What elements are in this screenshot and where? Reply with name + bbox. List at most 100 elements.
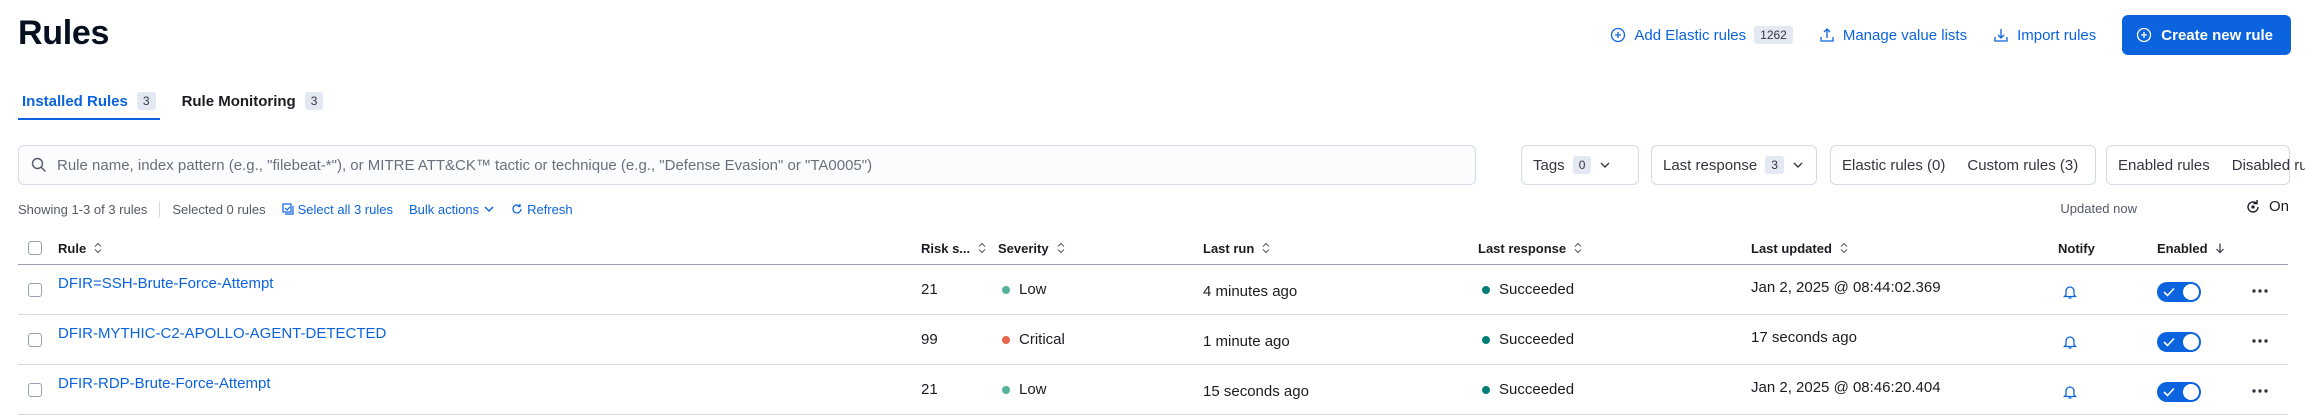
manage-value-lists-button[interactable]: Manage value lists bbox=[1819, 27, 1967, 44]
last-run: 15 seconds ago bbox=[1203, 383, 1309, 400]
add-elastic-rules-button[interactable]: Add Elastic rules 1262 bbox=[1610, 26, 1793, 44]
bell-icon[interactable] bbox=[2062, 284, 2078, 300]
pages-select-icon bbox=[281, 203, 294, 215]
manage-value-lists-label: Manage value lists bbox=[1842, 26, 1968, 44]
check-icon bbox=[2163, 387, 2175, 397]
severity-low-dot-icon bbox=[1002, 385, 1010, 394]
table-header-row: Rule Risk s... Severity Last run Last re… bbox=[18, 232, 2288, 265]
tags-filter-button[interactable]: Tags 0 bbox=[1522, 146, 1622, 184]
add-elastic-rules-label: Add Elastic rules bbox=[1634, 26, 1747, 44]
rule-enabled-toggle[interactable] bbox=[2157, 331, 2201, 352]
column-header-last-updated[interactable]: Last updated bbox=[1751, 232, 1850, 264]
column-label: Last updated bbox=[1751, 240, 1832, 256]
rule-enabled-toggle[interactable] bbox=[2157, 381, 2201, 402]
last-updated: Jan 2, 2025 @ 08:44:02.369 bbox=[1751, 279, 1941, 296]
tab-rule-monitoring[interactable]: Rule Monitoring 3 bbox=[178, 84, 328, 118]
chevron-down-icon bbox=[1600, 162, 1610, 168]
risk-score: 21 bbox=[921, 381, 938, 398]
tab-count-badge: 3 bbox=[136, 92, 156, 110]
column-header-last-run[interactable]: Last run bbox=[1203, 232, 1272, 264]
select-all-label: Select all 3 rules bbox=[297, 201, 393, 217]
last-response-text: Succeeded bbox=[1499, 281, 1575, 298]
column-header-enabled[interactable]: Enabled bbox=[2157, 232, 2226, 264]
column-header-last-response[interactable]: Last response bbox=[1478, 232, 1584, 264]
column-header-severity[interactable]: Severity bbox=[998, 232, 1067, 264]
severity-text: Critical bbox=[1019, 331, 1065, 348]
tab-installed-rules[interactable]: Installed Rules 3 bbox=[18, 84, 160, 120]
row-checkbox[interactable] bbox=[28, 282, 42, 297]
select-all-checkbox-cell bbox=[28, 232, 42, 264]
search-input[interactable] bbox=[55, 155, 1459, 175]
refresh-button[interactable]: Refresh bbox=[511, 202, 573, 217]
row-actions-button[interactable] bbox=[2252, 316, 2268, 365]
import-rules-label: Import rules bbox=[2017, 26, 2097, 44]
check-icon bbox=[2163, 337, 2175, 347]
column-label: Last response bbox=[1478, 240, 1567, 256]
column-header-risk-score[interactable]: Risk s... bbox=[921, 232, 988, 264]
tags-filter[interactable]: Tags 0 bbox=[1521, 145, 1639, 185]
rule-name-link[interactable]: DFIR-MYTHIC-C2-APOLLO-AGENT-DETECTED bbox=[58, 325, 386, 342]
select-all-checkbox[interactable] bbox=[28, 241, 42, 255]
create-new-rule-button[interactable]: Create new rule bbox=[2122, 15, 2291, 55]
sortable-icon bbox=[978, 242, 986, 254]
last-response-filter[interactable]: Last response 3 bbox=[1651, 145, 1817, 185]
rule-name-link[interactable]: DFIR=SSH-Brute-Force-Attempt bbox=[58, 275, 273, 292]
tab-label: Rule Monitoring bbox=[181, 92, 296, 110]
import-rules-button[interactable]: Import rules bbox=[1993, 27, 2096, 44]
notify-cell bbox=[2062, 267, 2078, 316]
more-actions-icon bbox=[2252, 288, 2268, 293]
chevron-down-icon bbox=[1793, 162, 1803, 168]
column-header-notify: Notify bbox=[2058, 232, 2095, 264]
column-label: Notify bbox=[2058, 240, 2095, 256]
utility-bar: Showing 1-3 of 3 rules Selected 0 rules … bbox=[18, 200, 589, 218]
severity-text: Low bbox=[1019, 281, 1047, 298]
enabled-rules-filter-button[interactable]: Enabled rules bbox=[2107, 146, 2221, 184]
last-response-filter-button[interactable]: Last response 3 bbox=[1652, 146, 1815, 184]
sortable-icon bbox=[1262, 242, 1270, 254]
toggle-knob bbox=[2183, 283, 2199, 300]
column-label: Severity bbox=[998, 240, 1049, 256]
table-row: DFIR-RDP-Brute-Force-Attempt 21 Low 15 s… bbox=[18, 365, 2288, 415]
auto-refresh-label: On bbox=[2268, 198, 2289, 215]
column-label: Rule bbox=[58, 240, 87, 256]
tags-count-badge: 0 bbox=[1572, 156, 1592, 174]
severity-text: Low bbox=[1019, 381, 1047, 398]
updated-status-text: Updated now bbox=[2060, 201, 2137, 216]
sortable-icon bbox=[1840, 242, 1848, 254]
elastic-rules-filter-button[interactable]: Elastic rules (0) bbox=[1831, 146, 1956, 184]
chevron-down-icon bbox=[484, 206, 494, 212]
bell-icon[interactable] bbox=[2062, 334, 2078, 350]
tab-count-badge: 3 bbox=[304, 92, 324, 110]
rule-enabled-toggle[interactable] bbox=[2157, 281, 2201, 302]
sortable-icon bbox=[94, 242, 102, 254]
bell-icon[interactable] bbox=[2062, 384, 2078, 400]
rule-name-link[interactable]: DFIR-RDP-Brute-Force-Attempt bbox=[58, 375, 271, 392]
select-all-button[interactable]: Select all 3 rules bbox=[281, 201, 393, 217]
rule-status-filter-group: Enabled rules Disabled rules bbox=[2106, 145, 2305, 185]
row-checkbox[interactable] bbox=[28, 382, 42, 397]
notify-cell bbox=[2062, 317, 2078, 366]
auto-refresh-toggle[interactable]: On bbox=[2245, 198, 2289, 215]
auto-refresh-icon bbox=[2247, 199, 2259, 213]
refresh-label: Refresh bbox=[527, 201, 573, 217]
disabled-rules-filter-button[interactable]: Disabled rules bbox=[2221, 146, 2305, 184]
plus-in-circle-icon bbox=[1611, 27, 1626, 43]
row-actions-button[interactable] bbox=[2252, 266, 2268, 315]
sortable-icon bbox=[1057, 242, 1064, 254]
custom-rules-filter-button[interactable]: Custom rules (3) bbox=[1956, 146, 2089, 184]
upload-icon bbox=[1820, 28, 1834, 42]
bulk-actions-button[interactable]: Bulk actions bbox=[409, 202, 495, 217]
severity-low-dot-icon bbox=[1002, 285, 1010, 294]
import-icon bbox=[1994, 29, 2008, 42]
plus-in-circle-icon bbox=[2137, 27, 2152, 43]
tab-label: Installed Rules bbox=[22, 92, 128, 110]
row-actions-button[interactable] bbox=[2252, 366, 2268, 415]
row-checkbox[interactable] bbox=[28, 332, 42, 347]
rule-source-filter-group: Elastic rules (0) Custom rules (3) bbox=[1830, 145, 2096, 185]
last-updated: Jan 2, 2025 @ 08:46:20.404 bbox=[1751, 379, 1941, 396]
elastic-rules-count-badge: 1262 bbox=[1754, 26, 1793, 44]
table-row: DFIR-MYTHIC-C2-APOLLO-AGENT-DETECTED 99 … bbox=[18, 315, 2288, 365]
tags-filter-label: Tags bbox=[1533, 156, 1565, 174]
check-icon bbox=[2163, 287, 2175, 297]
last-run: 1 minute ago bbox=[1203, 333, 1290, 350]
